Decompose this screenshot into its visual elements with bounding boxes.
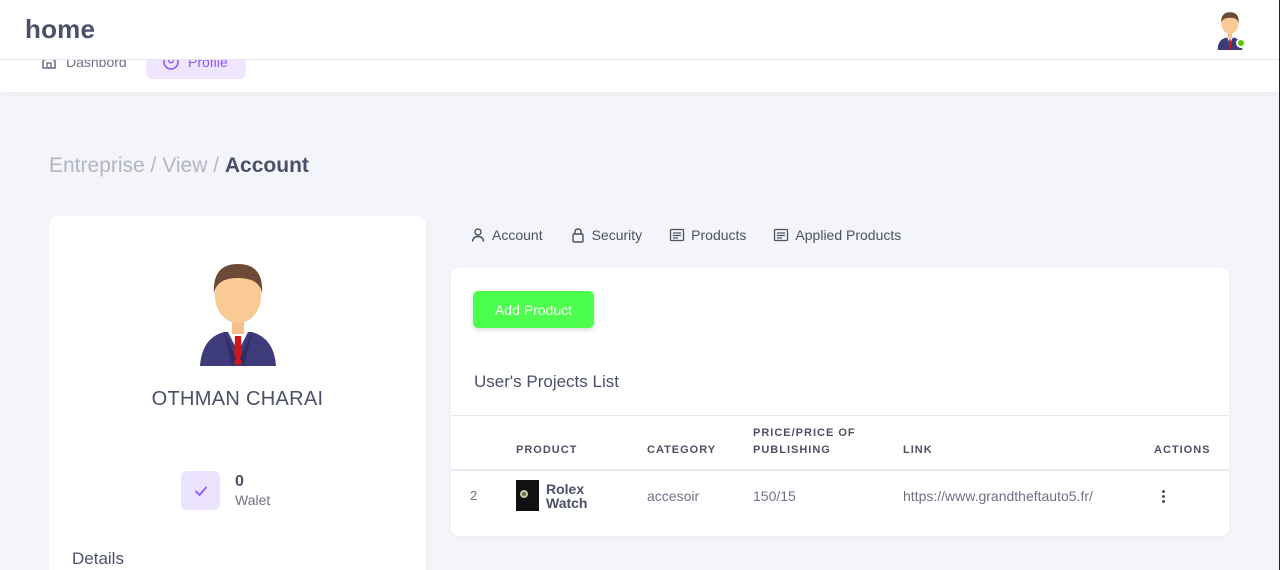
online-status-dot: [1236, 38, 1246, 48]
tab-products[interactable]: Products: [669, 227, 746, 243]
more-vertical-icon[interactable]: [1157, 486, 1169, 506]
tab-applied-products[interactable]: Applied Products: [773, 227, 901, 243]
breadcrumb-view[interactable]: View: [162, 154, 207, 177]
column-header-category[interactable]: CATEGORY: [647, 442, 716, 459]
wallet-value: 0: [235, 472, 244, 490]
projects-list-title: User's Projects List: [474, 372, 619, 391]
projects-card: Add Product User's Projects List PRODUCT…: [451, 268, 1229, 536]
column-header-price[interactable]: PRICE/PRICE OF PUBLISHING: [753, 425, 856, 459]
column-header-product[interactable]: PRODUCT: [516, 442, 577, 459]
profile-card: OTHMAN CHARAI 0 Walet Details: [49, 216, 426, 570]
tab-products-label: Products: [691, 227, 747, 243]
tab-applied-products-label: Applied Products: [795, 227, 902, 243]
tab-account[interactable]: Account: [470, 227, 543, 243]
list-icon: [774, 228, 789, 242]
column-header-link[interactable]: LINK: [903, 442, 933, 459]
lock-icon: [571, 228, 584, 243]
product-thumbnail: [516, 480, 539, 511]
wallet-label: Walet: [235, 491, 271, 508]
tab-account-label: Account: [492, 227, 543, 243]
table-header: PRODUCT CATEGORY PRICE/PRICE OF PUBLISHI…: [451, 415, 1229, 471]
product-name[interactable]: Rolex Watch: [546, 482, 606, 510]
breadcrumb-current: Account: [224, 154, 309, 177]
account-tabs: Account Security Products Applied Produc…: [470, 224, 928, 246]
breadcrumb: Entreprise / View / Account: [49, 154, 309, 178]
list-icon: [670, 228, 685, 242]
breadcrumb-separator: /: [207, 154, 225, 177]
product-name-line2: Watch: [546, 495, 588, 511]
breadcrumb-separator: /: [144, 154, 163, 177]
tab-security-label: Security: [591, 227, 643, 243]
wallet-stat: 0 Walet: [181, 471, 270, 510]
row-link[interactable]: https://www.grandtheftauto5.fr/: [903, 488, 1093, 504]
product-name-line1: Rolex: [546, 481, 585, 497]
check-icon: [181, 471, 220, 510]
details-heading: Details: [72, 549, 124, 568]
row-price: 150/15: [753, 488, 796, 504]
breadcrumb-entreprise[interactable]: Entreprise: [49, 154, 145, 177]
tab-security[interactable]: Security: [570, 227, 643, 243]
add-product-button[interactable]: Add Product: [473, 291, 594, 328]
profile-avatar: [200, 264, 276, 366]
top-header: home: [0, 0, 1280, 60]
profile-name: OTHMAN CHARAI: [151, 388, 324, 410]
user-icon: [471, 228, 485, 242]
table-row[interactable]: 2 Rolex Watch accesoir 150/15 https://ww…: [451, 471, 1229, 521]
row-category: accesoir: [647, 488, 700, 504]
row-id: 2: [470, 488, 478, 503]
column-header-actions: ACTIONS: [1154, 444, 1211, 456]
column-header-price-line2: PUBLISHING: [753, 444, 831, 456]
page-title: home: [25, 14, 96, 44]
column-header-price-line1: PRICE/PRICE OF: [753, 427, 856, 439]
projects-table: PRODUCT CATEGORY PRICE/PRICE OF PUBLISHI…: [451, 415, 1229, 521]
